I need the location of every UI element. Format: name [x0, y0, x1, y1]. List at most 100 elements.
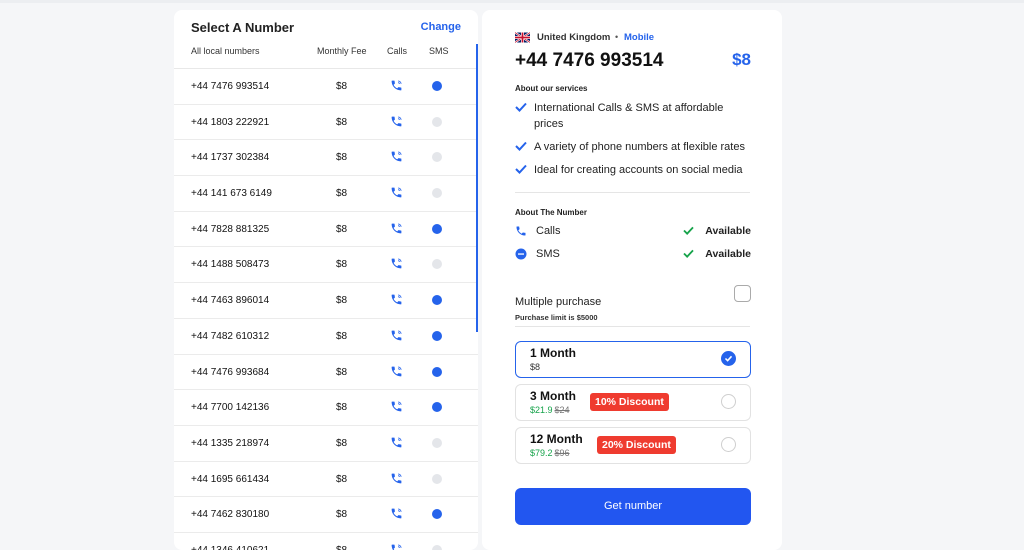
sms-disabled-icon: [432, 259, 442, 270]
plan-1-month[interactable]: 1 Month $8: [515, 341, 751, 378]
multiple-purchase-checkbox[interactable]: [734, 285, 751, 302]
feature-status: Available: [705, 225, 751, 237]
column-headers: All local numbers Monthly Fee Calls SMS: [174, 44, 478, 69]
sms-icon: [432, 81, 442, 91]
service-text: A variety of phone numbers at flexible r…: [534, 141, 745, 153]
feature-label: SMS: [536, 248, 560, 260]
phone-number: +44 7476 993684: [191, 366, 270, 378]
check-icon: [683, 249, 694, 258]
table-row[interactable]: +44 7700 142136 $8: [174, 390, 478, 426]
check-icon: [515, 164, 527, 174]
plan-name: 1 Month: [530, 346, 576, 360]
table-row[interactable]: +44 1488 508473 $8: [174, 247, 478, 284]
sms-icon: [432, 223, 442, 234]
monthly-fee: $8: [336, 259, 348, 271]
sms-disabled-icon: [432, 152, 442, 163]
plan-name: 3 Month: [530, 389, 576, 403]
plan-price: $8: [530, 362, 541, 372]
plan-old-price: $96: [554, 448, 570, 458]
monthly-fee: $8: [336, 545, 347, 550]
sms-disabled-icon: [432, 544, 442, 550]
plan-radio-selected[interactable]: [721, 351, 736, 366]
phone-number: +44 7462 830180: [191, 509, 270, 521]
phone-icon: [390, 543, 403, 550]
phone-icon: [390, 186, 403, 199]
phone-icon: [390, 436, 403, 449]
about-number-title: About The Number: [515, 208, 587, 217]
phone-icon: [390, 329, 403, 342]
change-link[interactable]: Change: [421, 21, 461, 33]
uk-flag-icon: [515, 32, 530, 43]
plan-3-month[interactable]: 3 Month $21.9 $24 10% Discount: [515, 384, 751, 421]
number-rows: +44 7476 993514 $8 +44 1803 222921 $8 +44 17…: [174, 69, 478, 550]
table-row[interactable]: +44 1346 410621 $8: [174, 533, 478, 550]
feature-calls: Calls Available: [515, 224, 751, 240]
phone-icon: [390, 79, 403, 92]
check-icon: [683, 226, 694, 235]
plan-name: 12 Month: [530, 432, 583, 446]
sms-icon: [432, 295, 442, 306]
table-row[interactable]: +44 1737 302384 $8: [174, 140, 478, 177]
phone-number: +44 141 673 6149: [191, 188, 272, 200]
divider: [515, 326, 750, 327]
monthly-fee: $8: [336, 366, 348, 378]
phone-number: +44 1803 222921: [191, 116, 270, 128]
table-row[interactable]: +44 7463 896014 $8: [174, 283, 478, 319]
selected-number: +44 7476 993514: [515, 50, 664, 71]
number-type: Mobile: [624, 32, 655, 43]
table-row[interactable]: +44 7482 610312 $8: [174, 319, 478, 355]
get-number-button[interactable]: Get number: [515, 488, 751, 525]
table-row[interactable]: +44 7476 993684 $8: [174, 355, 478, 391]
plan-radio[interactable]: [721, 394, 736, 409]
table-row[interactable]: +44 1335 218974 $8: [174, 426, 478, 462]
top-divider: [0, 0, 1024, 3]
table-row[interactable]: +44 1803 222921 $8: [174, 105, 478, 141]
discount-badge: 20% Discount: [597, 436, 676, 454]
number-list-header: Select A Number Change: [174, 10, 478, 44]
number-list-panel: Select A Number Change All local numbers…: [174, 10, 478, 550]
phone-number: +44 7700 142136: [191, 402, 270, 414]
phone-icon: [390, 115, 403, 128]
phone-number: +44 1695 661434: [191, 473, 270, 485]
feature-status: Available: [705, 248, 751, 260]
scrollbar[interactable]: [476, 44, 478, 332]
multiple-purchase-label: Multiple purchase: [515, 296, 602, 308]
table-row[interactable]: +44 1695 661434 $8: [174, 462, 478, 498]
check-icon: [515, 141, 527, 151]
sms-disabled-icon: [432, 473, 442, 484]
plan-price: $79.2: [530, 448, 553, 458]
service-text: Ideal for creating accounts on social me…: [534, 164, 743, 176]
table-row[interactable]: +44 7462 830180 $8: [174, 497, 478, 533]
monthly-fee: $8: [336, 223, 348, 235]
sms-icon: [432, 366, 442, 377]
plan-price-group: $79.2 $96: [530, 448, 570, 458]
phone-icon: [390, 507, 403, 520]
monthly-fee: $8: [336, 188, 348, 200]
phone-icon: [390, 150, 403, 163]
service-item: International Calls & SMS at affordable …: [515, 100, 755, 132]
monthly-fee: $8: [336, 509, 348, 521]
table-row[interactable]: +44 7476 993514 $8: [174, 69, 478, 105]
monthly-fee: $8: [336, 330, 348, 342]
table-row[interactable]: +44 141 673 6149 $8: [174, 176, 478, 212]
selected-price: $8: [732, 50, 751, 69]
table-row[interactable]: +44 7828 881325 $8: [174, 212, 478, 248]
phone-icon: [390, 400, 403, 413]
plan-price-group: $21.9 $24: [530, 405, 570, 415]
monthly-fee: $8: [336, 152, 348, 164]
separator-dot: •: [615, 32, 619, 42]
phone-icon: [390, 257, 403, 270]
phone-icon: [516, 226, 526, 236]
monthly-fee: $8: [336, 295, 348, 307]
sms-disabled-icon: [432, 437, 442, 448]
plan-radio[interactable]: [721, 437, 736, 452]
phone-icon: [390, 472, 403, 485]
phone-number: +44 1346 410621: [191, 545, 269, 550]
monthly-fee: $8: [336, 473, 348, 485]
country-name: United Kingdom: [537, 32, 611, 43]
sms-icon: [432, 509, 442, 520]
service-item: Ideal for creating accounts on social me…: [515, 162, 755, 178]
number-detail-panel: United Kingdom • Mobile +44 7476 993514 …: [482, 10, 782, 550]
plan-12-month[interactable]: 12 Month $79.2 $96 20% Discount: [515, 427, 751, 464]
monthly-fee: $8: [336, 437, 348, 449]
